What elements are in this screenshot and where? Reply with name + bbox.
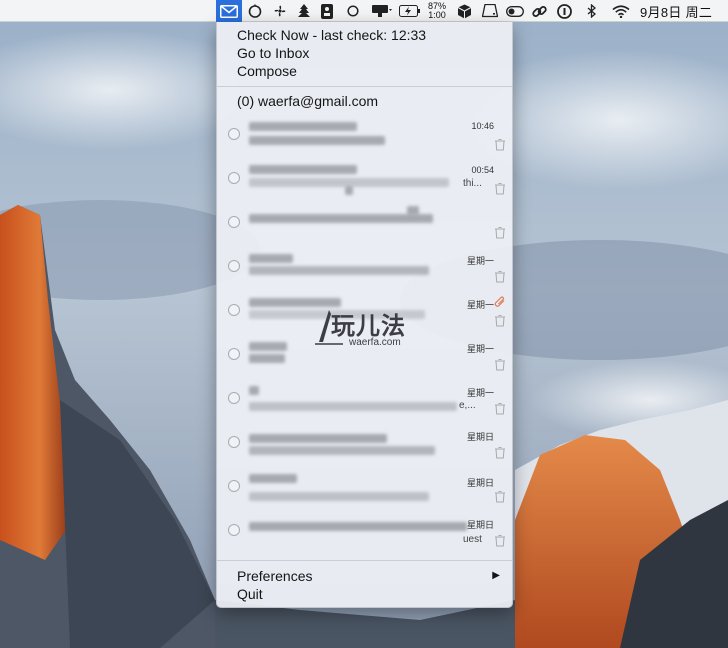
radio-icon[interactable] <box>228 216 240 228</box>
email-item[interactable]: 星期日 <box>217 422 512 466</box>
email-item[interactable]: 10:46 <box>217 114 512 158</box>
safe-icon[interactable] <box>318 0 336 22</box>
email-time: 星期一 <box>466 388 494 398</box>
radio-icon[interactable] <box>228 172 240 184</box>
check-now-item[interactable]: Check Now - last check: 12:33 <box>237 27 426 43</box>
email-time: 星期一 <box>466 300 494 310</box>
trash-icon[interactable] <box>494 490 506 503</box>
email-item[interactable]: 星期一 <box>217 246 512 290</box>
radio-icon[interactable] <box>228 480 240 492</box>
trash-icon[interactable] <box>494 182 506 195</box>
watermark-title: 玩儿法 <box>331 313 406 340</box>
timer-icon[interactable] <box>246 0 264 22</box>
go-to-inbox-item[interactable]: Go to Inbox <box>237 45 309 61</box>
radio-icon[interactable] <box>228 304 240 316</box>
trash-icon[interactable] <box>494 138 506 151</box>
tree-icon[interactable] <box>294 0 314 22</box>
email-snippet: e,... <box>459 400 476 411</box>
battery-readout: 87% 1:00 <box>424 0 450 22</box>
email-snippet: thi... <box>463 178 482 189</box>
menu-separator <box>217 560 512 561</box>
menu-bar: 87% 1:00 9月8日 周二 <box>0 0 728 22</box>
submenu-arrow-icon: ▶ <box>492 570 500 581</box>
attachment-icon <box>494 296 505 307</box>
email-time: 星期日 <box>466 520 494 530</box>
email-time: 00:54 <box>471 165 494 175</box>
trash-icon[interactable] <box>494 534 506 547</box>
wifi-icon[interactable] <box>610 0 632 22</box>
email-time: 星期一 <box>466 256 494 266</box>
radio-icon[interactable] <box>228 128 240 140</box>
email-item[interactable]: 星期一 e,... <box>217 378 512 422</box>
link-icon[interactable] <box>530 0 548 22</box>
radio-icon[interactable] <box>228 348 240 360</box>
trash-icon[interactable] <box>494 226 506 239</box>
email-item[interactable]: 星期日 <box>217 466 512 510</box>
radio-icon[interactable] <box>228 260 240 272</box>
quit-item[interactable]: Quit <box>237 586 263 602</box>
mail-icon[interactable] <box>216 0 242 22</box>
drive-icon[interactable] <box>480 0 500 22</box>
trash-icon[interactable] <box>494 314 506 327</box>
radio-icon[interactable] <box>228 524 240 536</box>
trash-icon[interactable] <box>494 446 506 459</box>
battery-icon <box>398 0 422 22</box>
menu-separator <box>217 86 512 87</box>
circle-icon[interactable] <box>344 0 362 22</box>
menubar-clock[interactable]: 9月8日 周二 <box>640 0 728 22</box>
email-time: 10:46 <box>471 121 494 131</box>
display-icon[interactable] <box>368 0 396 22</box>
battery-time: 1:00 <box>428 10 446 20</box>
preferences-item[interactable]: Preferences <box>237 568 312 584</box>
email-time: 星期日 <box>466 432 494 442</box>
trash-icon[interactable] <box>494 402 506 415</box>
watermark-url: waerfa.com <box>349 337 401 348</box>
trash-icon[interactable] <box>494 270 506 283</box>
radio-icon[interactable] <box>228 392 240 404</box>
info-icon[interactable] <box>554 0 574 22</box>
bluetooth-icon[interactable] <box>582 0 600 22</box>
email-time: 星期日 <box>466 478 494 488</box>
watermark-logo: 玩儿法 waerfa.com <box>313 304 417 352</box>
email-time: 星期一 <box>466 344 494 354</box>
email-snippet: uest <box>463 534 482 545</box>
email-item[interactable] <box>217 202 512 246</box>
email-item[interactable]: 00:54 thi... <box>217 158 512 202</box>
email-item[interactable]: 星期日 uest <box>217 510 512 554</box>
box-icon[interactable] <box>454 0 474 22</box>
compose-item[interactable]: Compose <box>237 63 297 79</box>
toggle-icon[interactable] <box>504 0 526 22</box>
radio-icon[interactable] <box>228 436 240 448</box>
trash-icon[interactable] <box>494 358 506 371</box>
fan-icon[interactable] <box>270 0 290 22</box>
account-header[interactable]: (0) waerfa@gmail.com <box>237 93 378 109</box>
